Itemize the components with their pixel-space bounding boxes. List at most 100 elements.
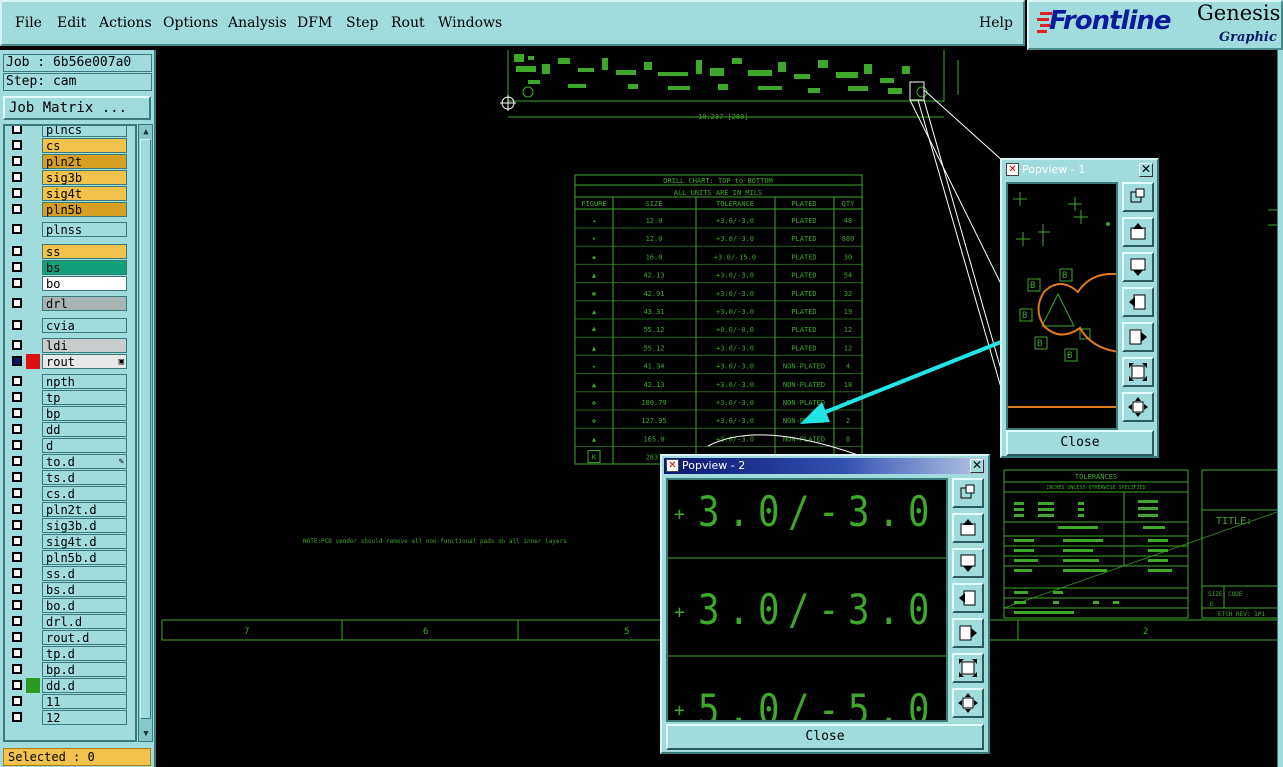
layer-name[interactable]: 12 (42, 710, 127, 725)
layer-name[interactable]: tp (42, 390, 127, 405)
layer-row[interactable]: 11 (7, 694, 127, 709)
layer-name[interactable]: bo.d (42, 598, 127, 613)
layer-name[interactable]: ts.d (42, 470, 127, 485)
layer-checkbox[interactable] (12, 648, 22, 658)
layer-checkbox[interactable] (12, 504, 22, 514)
layer-checkbox[interactable] (12, 712, 22, 722)
layer-row[interactable]: tp.d (7, 646, 127, 661)
menu-dfm[interactable]: DFM (297, 15, 332, 31)
layer-checkbox[interactable] (12, 340, 22, 350)
layer-row[interactable]: drl.d (7, 614, 127, 629)
popview-2-window[interactable]: ✕ Popview - 2 ✕ + + + 3.0/-3.0 3.0/-3.0 … (660, 454, 990, 754)
pan-right-button[interactable] (1122, 322, 1154, 352)
layer-name[interactable]: tp.d (42, 646, 127, 661)
layer-row[interactable]: bp.d (7, 662, 127, 677)
layer-name[interactable]: rout ▣ (42, 354, 127, 369)
pan-down-button[interactable] (1122, 252, 1154, 282)
layer-row[interactable]: bo.d (7, 598, 127, 613)
layer-name[interactable]: pln5b.d (42, 550, 127, 565)
menu-options[interactable]: Options (163, 15, 218, 31)
pan-up-button[interactable] (952, 513, 984, 543)
layer-name[interactable]: sig3b (42, 170, 127, 185)
pan-up-button[interactable] (1122, 217, 1154, 247)
layer-name[interactable]: ldi (42, 338, 127, 353)
layer-name[interactable]: drl (42, 296, 127, 311)
menu-help[interactable]: Help (979, 15, 1013, 31)
layer-checkbox[interactable] (12, 356, 22, 366)
popview-1-view[interactable]: B B B B B (1006, 182, 1118, 430)
layer-checkbox[interactable] (12, 616, 22, 626)
layer-row[interactable]: bp (7, 406, 127, 421)
layer-checkbox[interactable] (12, 126, 22, 134)
layer-checkbox[interactable] (12, 140, 22, 150)
layer-row[interactable]: plncs (7, 126, 127, 137)
layer-row[interactable]: sig4t (7, 186, 127, 201)
popview-2-close-icon[interactable]: ✕ (970, 459, 984, 473)
layer-checkbox[interactable] (12, 246, 22, 256)
pan-left-button[interactable] (1122, 287, 1154, 317)
layer-row[interactable]: ss.d (7, 566, 127, 581)
layer-scrollbar[interactable]: ▲ ▼ (138, 124, 153, 742)
layer-name[interactable]: bs (42, 260, 127, 275)
layer-edit-icon[interactable]: ✎ (119, 455, 124, 470)
layer-name[interactable]: cvia (42, 318, 127, 333)
layer-row[interactable]: sig3b (7, 170, 127, 185)
layer-name[interactable]: to.d ✎ (42, 454, 127, 469)
popview-1-titlebar[interactable]: ✕ Popview - 1 ✕ (1004, 162, 1155, 178)
layer-name[interactable]: dd.d (42, 678, 127, 693)
layer-row[interactable]: pln2t (7, 154, 127, 169)
layer-row[interactable]: cs.d (7, 486, 127, 501)
layer-checkbox[interactable] (12, 568, 22, 578)
layer-checkbox[interactable] (12, 424, 22, 434)
layer-name[interactable]: ss (42, 244, 127, 259)
layer-name[interactable]: cs (42, 138, 127, 153)
zoom-out-button[interactable] (952, 653, 984, 683)
layer-row[interactable]: dd (7, 422, 127, 437)
layer-name[interactable]: pln2t (42, 154, 127, 169)
zoom-home-button[interactable] (952, 478, 984, 508)
menu-edit[interactable]: Edit (57, 15, 86, 31)
pan-right-button[interactable] (952, 618, 984, 648)
layer-name[interactable]: bp (42, 406, 127, 421)
layer-checkbox[interactable] (12, 632, 22, 642)
layer-checkbox[interactable] (12, 520, 22, 530)
layer-name[interactable]: plnss (42, 222, 127, 237)
layer-row[interactable]: ss (7, 244, 127, 259)
popview-2-titlebar[interactable]: ✕ Popview - 2 ✕ (664, 458, 986, 474)
layer-checkbox[interactable] (12, 278, 22, 288)
layer-checkbox[interactable] (12, 584, 22, 594)
menu-actions[interactable]: Actions (99, 15, 152, 31)
layer-row[interactable]: rout ▣ (7, 354, 127, 369)
popview-2-close-button[interactable]: Close (666, 724, 984, 750)
layer-checkbox[interactable] (12, 224, 22, 234)
popview-1-window[interactable]: ✕ Popview - 1 ✕ BBB BB Close (1000, 158, 1159, 458)
layer-name[interactable]: plncs (42, 126, 127, 137)
layer-name[interactable]: bo (42, 276, 127, 291)
layer-name[interactable]: rout.d (42, 630, 127, 645)
layer-checkbox[interactable] (12, 440, 22, 450)
layer-name[interactable]: 11 (42, 694, 127, 709)
popview-2-view[interactable]: + + + 3.0/-3.0 3.0/-3.0 5.0/-5.0 (666, 478, 948, 722)
layer-row[interactable]: sig4t.d (7, 534, 127, 549)
layer-checkbox[interactable] (12, 320, 22, 330)
layer-checkbox[interactable] (12, 552, 22, 562)
layer-row[interactable]: sig3b.d (7, 518, 127, 533)
layer-name[interactable]: ss.d (42, 566, 127, 581)
layer-row[interactable]: rout.d (7, 630, 127, 645)
layer-row[interactable]: 12 (7, 710, 127, 725)
menu-file[interactable]: File (15, 15, 42, 31)
layer-checkbox[interactable] (12, 472, 22, 482)
layer-checkbox[interactable] (12, 680, 22, 690)
layer-row[interactable]: pln2t.d (7, 502, 127, 517)
layer-name[interactable]: sig4t (42, 186, 127, 201)
layer-row[interactable]: npth (7, 374, 127, 389)
layer-name[interactable]: pln2t.d (42, 502, 127, 517)
layer-name[interactable]: cs.d (42, 486, 127, 501)
layer-name[interactable]: dd (42, 422, 127, 437)
layer-name[interactable]: drl.d (42, 614, 127, 629)
layer-name[interactable]: npth (42, 374, 127, 389)
layer-checkbox[interactable] (12, 204, 22, 214)
menu-windows[interactable]: Windows (438, 15, 502, 31)
zoom-in-button[interactable] (1122, 392, 1154, 422)
layer-checkbox[interactable] (12, 188, 22, 198)
